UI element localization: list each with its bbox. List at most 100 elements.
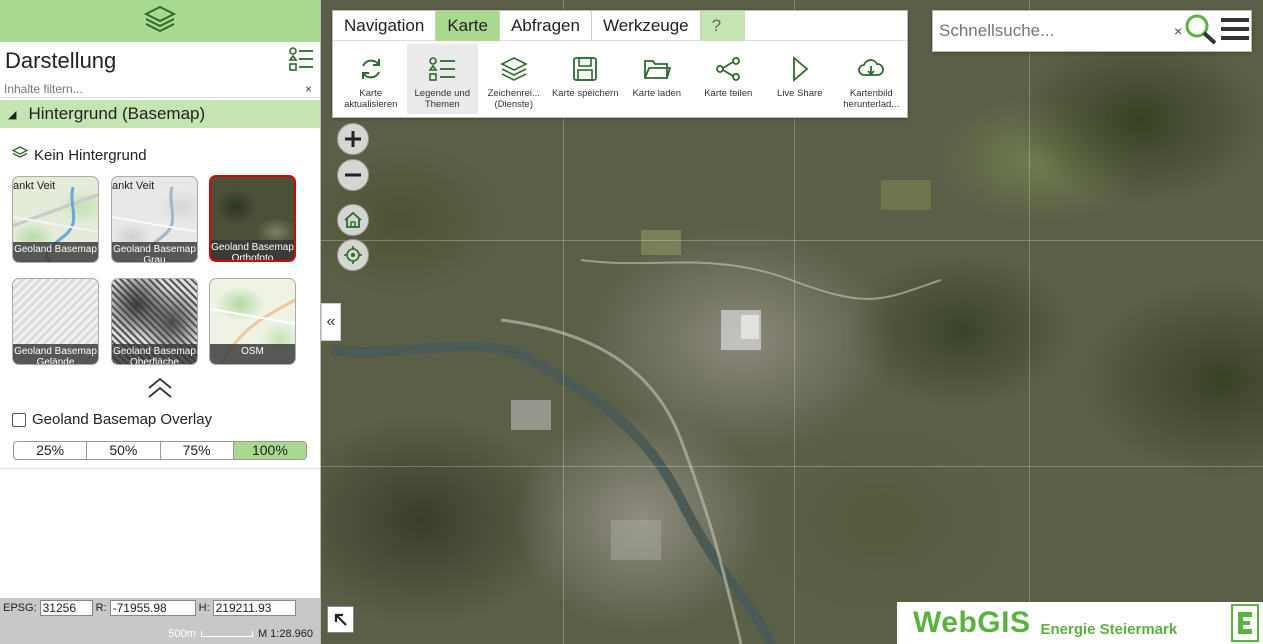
basemap-section-header[interactable]: ◢ Hintergrund (Basemap) xyxy=(0,100,320,128)
tab-help[interactable]: ? xyxy=(700,11,746,41)
live-share-button[interactable]: Live Share xyxy=(764,44,836,114)
no-background-option[interactable]: Kein Hintergrund xyxy=(0,146,320,164)
plus-icon xyxy=(345,131,361,147)
cloud-download-icon xyxy=(856,54,886,84)
drawing-layers-button[interactable]: Zeichenrei... (Dienste) xyxy=(478,44,550,114)
basemap-thumb-caption: OSM xyxy=(210,344,295,364)
save-icon xyxy=(570,54,600,84)
logo: WebGIS Energie Steiermark xyxy=(897,602,1263,644)
quick-search-box: × xyxy=(932,10,1252,52)
overlay-option[interactable]: Geoland Basemap Overlay xyxy=(12,411,212,428)
scale-indicator: 500m M 1:28.960 xyxy=(168,628,313,640)
load-map-button[interactable]: Karte laden xyxy=(621,44,693,114)
menu-icon[interactable] xyxy=(1220,15,1250,48)
overlay-checkbox[interactable] xyxy=(12,412,26,427)
ribbon-tabs: Navigation Karte Abfragen Werkzeuge ? xyxy=(333,11,907,41)
folder-icon xyxy=(642,54,672,84)
minus-icon xyxy=(345,173,361,177)
tool-label: Karte laden xyxy=(632,88,682,99)
collapse-basemaps-chevron-icon[interactable] xyxy=(146,376,174,400)
divider xyxy=(0,468,320,469)
grid-line xyxy=(321,466,1263,467)
tool-label: Karte aktualisieren xyxy=(344,88,398,110)
basemap-thumb-place-label: ankt Veit xyxy=(13,180,56,192)
tab-navigation[interactable]: Navigation xyxy=(333,11,437,41)
epsg-label: EPSG: xyxy=(3,602,37,614)
tab-karte[interactable]: Karte xyxy=(436,11,500,41)
download-map-image-button[interactable]: Kartenbild herunterlad... xyxy=(836,44,908,114)
scale-bar xyxy=(200,631,253,637)
basemap-thumb-place-label: ankt Veit xyxy=(112,180,155,192)
basemap-thumb-gelaende[interactable]: Geoland Basemap Gelände xyxy=(12,278,99,365)
coordinate-bar: EPSG: 31256 R: -71955.98 H: 219211.93 50… xyxy=(0,598,320,644)
webgis-app: Darstellung × ◢ Hintergrund (Basemap) xyxy=(0,0,1263,644)
layers-small-icon xyxy=(11,146,29,164)
epsg-value[interactable]: 31256 xyxy=(39,600,93,616)
coordinate-row: EPSG: 31256 R: -71955.98 H: 219211.93 xyxy=(0,598,320,618)
legend-themes-button[interactable]: Legende und Themen xyxy=(406,44,478,114)
layers-icon[interactable] xyxy=(143,4,177,39)
sidebar-header-bar xyxy=(0,0,320,42)
energie-logo-icon xyxy=(1231,604,1259,642)
basemap-section-title: Hintergrund (Basemap) xyxy=(28,104,206,123)
tab-abfragen[interactable]: Abfragen xyxy=(500,11,592,41)
opacity-option-100[interactable]: 100% xyxy=(233,442,306,459)
refresh-map-button[interactable]: Karte aktualisieren xyxy=(335,44,407,114)
tool-label: Zeichenrei... (Dienste) xyxy=(487,88,540,110)
crosshair-icon xyxy=(344,246,362,264)
tool-label: Live Share xyxy=(777,88,823,99)
overlay-label: Geoland Basemap Overlay xyxy=(32,411,213,428)
basemap-thumb-grau[interactable]: ankt Veit Geoland Basemap Grau xyxy=(111,176,198,263)
basemap-thumb-caption: Geoland Basemap Gelände xyxy=(13,344,98,364)
opacity-selector: 25% 50% 75% 100% xyxy=(13,441,307,460)
h-label: H: xyxy=(198,602,210,614)
opacity-option-50[interactable]: 50% xyxy=(87,442,161,459)
quick-search-input[interactable] xyxy=(939,21,1164,41)
scale-bar-label: 500m xyxy=(168,628,196,640)
scale-label: M 1:28.960 xyxy=(257,628,313,640)
basemap-thumb-osm[interactable]: OSM xyxy=(209,278,296,365)
basemap-thumb-caption: Geoland Basemap Oberfläche xyxy=(112,344,197,364)
home-button[interactable] xyxy=(337,204,369,236)
collapse-triangle-icon: ◢ xyxy=(8,108,17,121)
basemap-thumb-caption: Geoland Basemap xyxy=(13,242,98,262)
share-map-button[interactable]: Karte teilen xyxy=(693,44,765,114)
opacity-option-25[interactable]: 25% xyxy=(14,442,88,459)
save-map-button[interactable]: Karte speichern xyxy=(550,44,622,114)
play-icon xyxy=(785,54,815,84)
locate-button[interactable] xyxy=(337,239,369,271)
r-value[interactable]: -71955.98 xyxy=(109,600,196,616)
no-background-label: Kein Hintergrund xyxy=(34,146,147,164)
basemap-thumb-oberflaeche[interactable]: Geoland Basemap Oberfläche xyxy=(111,278,198,365)
layers-icon xyxy=(499,54,529,84)
zoom-in-button[interactable] xyxy=(337,123,369,155)
filter-input[interactable] xyxy=(4,81,284,96)
arrow-up-left-icon xyxy=(334,613,347,626)
basemap-thumb-orthofoto[interactable]: Geoland Basemap Orthofoto xyxy=(209,175,296,262)
search-icon[interactable] xyxy=(1184,13,1218,50)
logo-subtitle: Energie Steiermark xyxy=(1040,620,1178,638)
collapse-sidebar-button[interactable]: « xyxy=(321,303,341,341)
filter-clear-button[interactable]: × xyxy=(305,82,312,96)
legend-icon xyxy=(427,54,457,84)
tab-werkzeuge[interactable]: Werkzeuge xyxy=(592,11,701,41)
r-label: R: xyxy=(95,602,107,614)
zoom-out-button[interactable] xyxy=(337,159,369,191)
basemap-thumb-standard[interactable]: ankt Veit Geoland Basemap xyxy=(12,176,99,263)
ribbon-toolbar: Navigation Karte Abfragen Werkzeuge ? Ka… xyxy=(332,10,908,118)
h-value[interactable]: 219211.93 xyxy=(212,600,296,616)
basemap-thumb-caption: Geoland Basemap Grau xyxy=(112,242,197,262)
tool-label: Karte speichern xyxy=(551,88,619,99)
tool-label: Legende und Themen xyxy=(414,88,470,110)
tool-label: Karte teilen xyxy=(704,88,753,99)
expand-button[interactable] xyxy=(327,606,354,633)
legend-list-icon[interactable] xyxy=(288,46,314,77)
sidebar-title-row: Darstellung xyxy=(0,42,320,80)
ribbon-tools: Karte aktualisieren Legende und Themen Z… xyxy=(333,41,907,117)
home-icon xyxy=(344,211,362,228)
basemap-thumb-caption: Geoland Basemap Orthofoto xyxy=(211,240,294,260)
logo-title: WebGIS xyxy=(913,606,1031,639)
opacity-option-75[interactable]: 75% xyxy=(161,442,234,459)
search-clear-button[interactable]: × xyxy=(1174,23,1182,39)
sidebar-title: Darstellung xyxy=(5,48,117,73)
